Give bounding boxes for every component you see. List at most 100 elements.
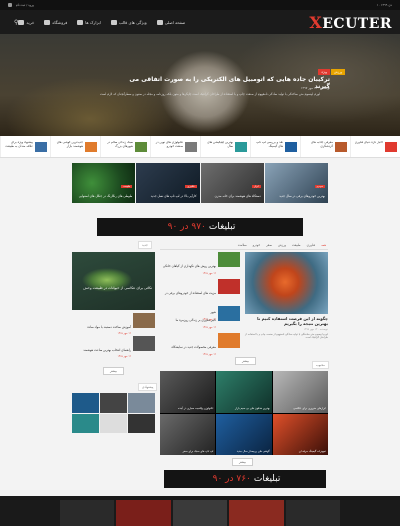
hero-title[interactable]: ترکیبان جاده هایی که اتومبیل های الکتریک… <box>120 76 330 90</box>
ticker-item[interactable]: سبک زندگی سالم در شهرهای بزرگ <box>100 136 150 157</box>
category-badge[interactable]: خودرو <box>314 185 325 188</box>
list-item[interactable]: مزیت های استفاده از خودروهای برقی در شهر… <box>160 279 240 321</box>
ticker-item[interactable]: جدیدترین گوشی های هوشمند بازار <box>50 136 100 157</box>
footer-thumb[interactable] <box>60 500 115 526</box>
hero-badge-2[interactable]: ورزش <box>330 69 345 75</box>
ad-label: تبلیغات <box>208 222 236 232</box>
star-icon <box>110 19 117 25</box>
featured-caption[interactable]: بهترین خودروهای برقی در سال جدید <box>271 195 325 199</box>
login-link[interactable]: ورود / ثبت نام <box>16 3 34 7</box>
mosaic-card[interactable]: گوشی های پرچمدار سال جدید <box>216 413 272 455</box>
ticker-item[interactable]: نقد و بررسی لپ تاپ های گیمینگ <box>250 136 300 157</box>
ticker-item[interactable]: بهترین اپلیکیشن های سال <box>200 136 250 157</box>
list-meta: ۱۲ مهر ۱۳۹۷ <box>117 332 131 335</box>
mosaic-caption: تجهیزات گیمینگ حرفه ای <box>298 449 326 453</box>
ticker-item[interactable]: اخبار تازه دنیای فناوری <box>350 136 400 157</box>
nav-widgets[interactable]: ابزارک ها <box>77 19 101 25</box>
dark-mosaic: تکنولوژی واقعیت مجازی در آینده بهترین هد… <box>160 371 328 455</box>
section-label: محبوب <box>312 361 329 369</box>
footer-thumb[interactable] <box>172 500 228 526</box>
mosaic-card[interactable]: بهترین هدفون های بی سیم بازار <box>216 371 272 413</box>
small-mosaic <box>72 393 155 433</box>
tab-sport[interactable]: ورزش <box>276 241 288 249</box>
mosaic-card[interactable]: تکنولوژی واقعیت مجازی در آینده <box>160 371 216 413</box>
list-item[interactable]: بهترین روش های نگهداری از گیاهان خانگی ۱۲… <box>160 252 240 275</box>
nav-buy[interactable]: خرید <box>18 19 34 25</box>
hero-badge[interactable]: ویژه <box>318 69 330 75</box>
nav-wrap: ⚲ صفحه اصلی ویژگی های قالب ابزارک ها فرو… <box>8 19 185 26</box>
hero-slide[interactable]: ویژه ورزش ترکیبان جاده هایی که اتومبیل ه… <box>0 34 400 136</box>
footer-thumb[interactable] <box>285 500 341 526</box>
list-item[interactable]: آموزش ساخت دستبند با مواد ساده ۱۲ مهر ۱۳۹… <box>72 313 155 335</box>
top-bar-left: ورود / ثبت نام <box>8 3 34 7</box>
thumbnail <box>218 279 240 294</box>
big-post-image[interactable] <box>245 252 328 314</box>
ad-banner-760[interactable]: تبلیغات ۷۶۰ در ۹۰ <box>164 470 326 488</box>
list-meta: ۱۲ مهر ۱۳۹۷ <box>202 353 216 356</box>
more-button[interactable]: بیشتر <box>232 458 253 466</box>
category-badge[interactable]: فناوری <box>185 185 197 188</box>
featured-card[interactable]: ابزار دستگاه های هوشمند برای خانه مدرن <box>200 163 264 203</box>
list-meta: ۱۲ مهر ۱۳۹۷ <box>202 272 216 275</box>
featured-caption[interactable]: کارآیی بالا در لپ تاپ های نسل جدید <box>143 195 197 199</box>
mosaic-caption: تکنولوژی واقعیت مجازی در آینده <box>178 407 214 411</box>
ticker-text: اخبار تازه دنیای فناوری <box>354 141 383 144</box>
mosaic-tile[interactable] <box>72 413 99 433</box>
featured-card[interactable]: خودرو بهترین خودروهای برقی در سال جدید <box>264 163 328 203</box>
thumbnail <box>85 141 97 152</box>
featured-caption[interactable]: طوطی های رنگارنگ در جنگل های استوایی <box>78 195 133 199</box>
list-item[interactable]: معرفی محصولات جدید در نمایشگاه ۱۲ مهر ۱۳۹… <box>160 333 240 356</box>
nav-shop[interactable]: فروشگاه <box>44 19 67 25</box>
nav-features[interactable]: ویژگی های قالب <box>110 19 147 25</box>
mosaic-caption: گوشی های پرچمدار سال جدید <box>236 449 270 453</box>
ticker-item[interactable]: تکنولوژی های نوین در صنعت خودرو <box>150 136 200 157</box>
featured-card[interactable]: طبیعت طوطی های رنگارنگ در جنگل های استوا… <box>72 163 136 203</box>
mosaic-tile[interactable] <box>128 413 155 433</box>
user-icon[interactable] <box>8 3 12 7</box>
lizard-post-image[interactable] <box>72 252 155 310</box>
mosaic-card[interactable]: ابزارهای ضروری برای عکاسی <box>272 371 328 413</box>
ticker-text: جدیدترین گوشی های هوشمند بازار <box>56 141 83 148</box>
mosaic-card[interactable]: لپ تاپ های سبک برای سفر <box>160 413 216 455</box>
ticker-item[interactable]: پیشنهاد ویژه برای علاقه مندان به طبیعت <box>0 136 50 157</box>
featured-caption[interactable]: دستگاه های هوشمند برای خانه مدرن <box>207 195 261 199</box>
lizard-post-caption[interactable]: نکاتی برای عکاسی از حیوانات در طبیعت وحش <box>72 286 155 290</box>
more-button[interactable]: بیشتر <box>103 367 124 375</box>
tab-cars[interactable]: خودرو <box>251 241 263 249</box>
mosaic-tile[interactable] <box>128 393 155 413</box>
tab-nature[interactable]: طبیعت <box>290 241 303 249</box>
site-logo[interactable]: XECUTER <box>309 13 392 32</box>
hero-excerpt: لورم ایپسوم متن ساختگی با تولید سادگی نا… <box>99 92 320 96</box>
footer-thumb[interactable] <box>116 500 171 526</box>
mosaic-tile[interactable] <box>100 393 127 413</box>
top-bar: ورود / ثبت نام ۱۰ دی ۱۳۹۹ <box>0 0 400 10</box>
tab-health[interactable]: سلامت <box>236 241 249 249</box>
tab-tech[interactable]: فناوری <box>305 241 318 249</box>
list-item[interactable]: راهنمای انتخاب بهترین ساعت هوشمند ۱۲ مهر … <box>72 336 155 358</box>
ticker-text: نقد و بررسی لپ تاپ های گیمینگ <box>256 141 283 148</box>
thumbnail <box>218 333 240 348</box>
page: ورود / ثبت نام ۱۰ دی ۱۳۹۹ ⚲ صفحه اصلی وی… <box>0 0 400 526</box>
nav-home[interactable]: صفحه اصلی <box>156 19 185 25</box>
main-nav: صفحه اصلی ویژگی های قالب ابزارک ها فروشگ… <box>18 19 185 25</box>
big-post-title[interactable]: چگونه از این فرصت استفاده کنیم تا بهترین… <box>245 316 328 326</box>
featured-card[interactable]: فناوری کارآیی بالا در لپ تاپ های نسل جدی… <box>136 163 200 203</box>
ad-banner-970[interactable]: تبلیغات ۹۷۰ در ۹۰ <box>97 218 303 236</box>
hero-meta: نویسنده · ۱۲ مهر ۱۳۹۷ <box>300 86 330 90</box>
ticker-item[interactable]: معرفی جاذبه های گردشگری <box>300 136 350 157</box>
category-badge[interactable]: طبیعت <box>121 185 133 188</box>
thumbnail <box>335 141 347 152</box>
mosaic-card[interactable]: تجهیزات گیمینگ حرفه ای <box>272 413 328 455</box>
ad-size: ۷۶۰ در ۹۰ <box>212 474 251 484</box>
featured-grid: طبیعت طوطی های رنگارنگ در جنگل های استوا… <box>72 163 328 203</box>
thumbnail <box>135 141 147 152</box>
more-button[interactable]: بیشتر <box>235 357 256 365</box>
mosaic-tile[interactable] <box>100 413 127 433</box>
mosaic-tile[interactable] <box>72 393 99 413</box>
category-badge[interactable]: ابزار <box>252 185 261 188</box>
tab-travel[interactable]: سفر <box>264 241 274 249</box>
tab-all[interactable]: همه <box>319 241 328 249</box>
left-post-list: آموزش ساخت دستبند با مواد ساده ۱۲ مهر ۱۳۹… <box>72 313 155 359</box>
footer-thumb[interactable] <box>229 500 284 526</box>
list-title: معرفی محصولات جدید در نمایشگاه <box>171 345 216 349</box>
